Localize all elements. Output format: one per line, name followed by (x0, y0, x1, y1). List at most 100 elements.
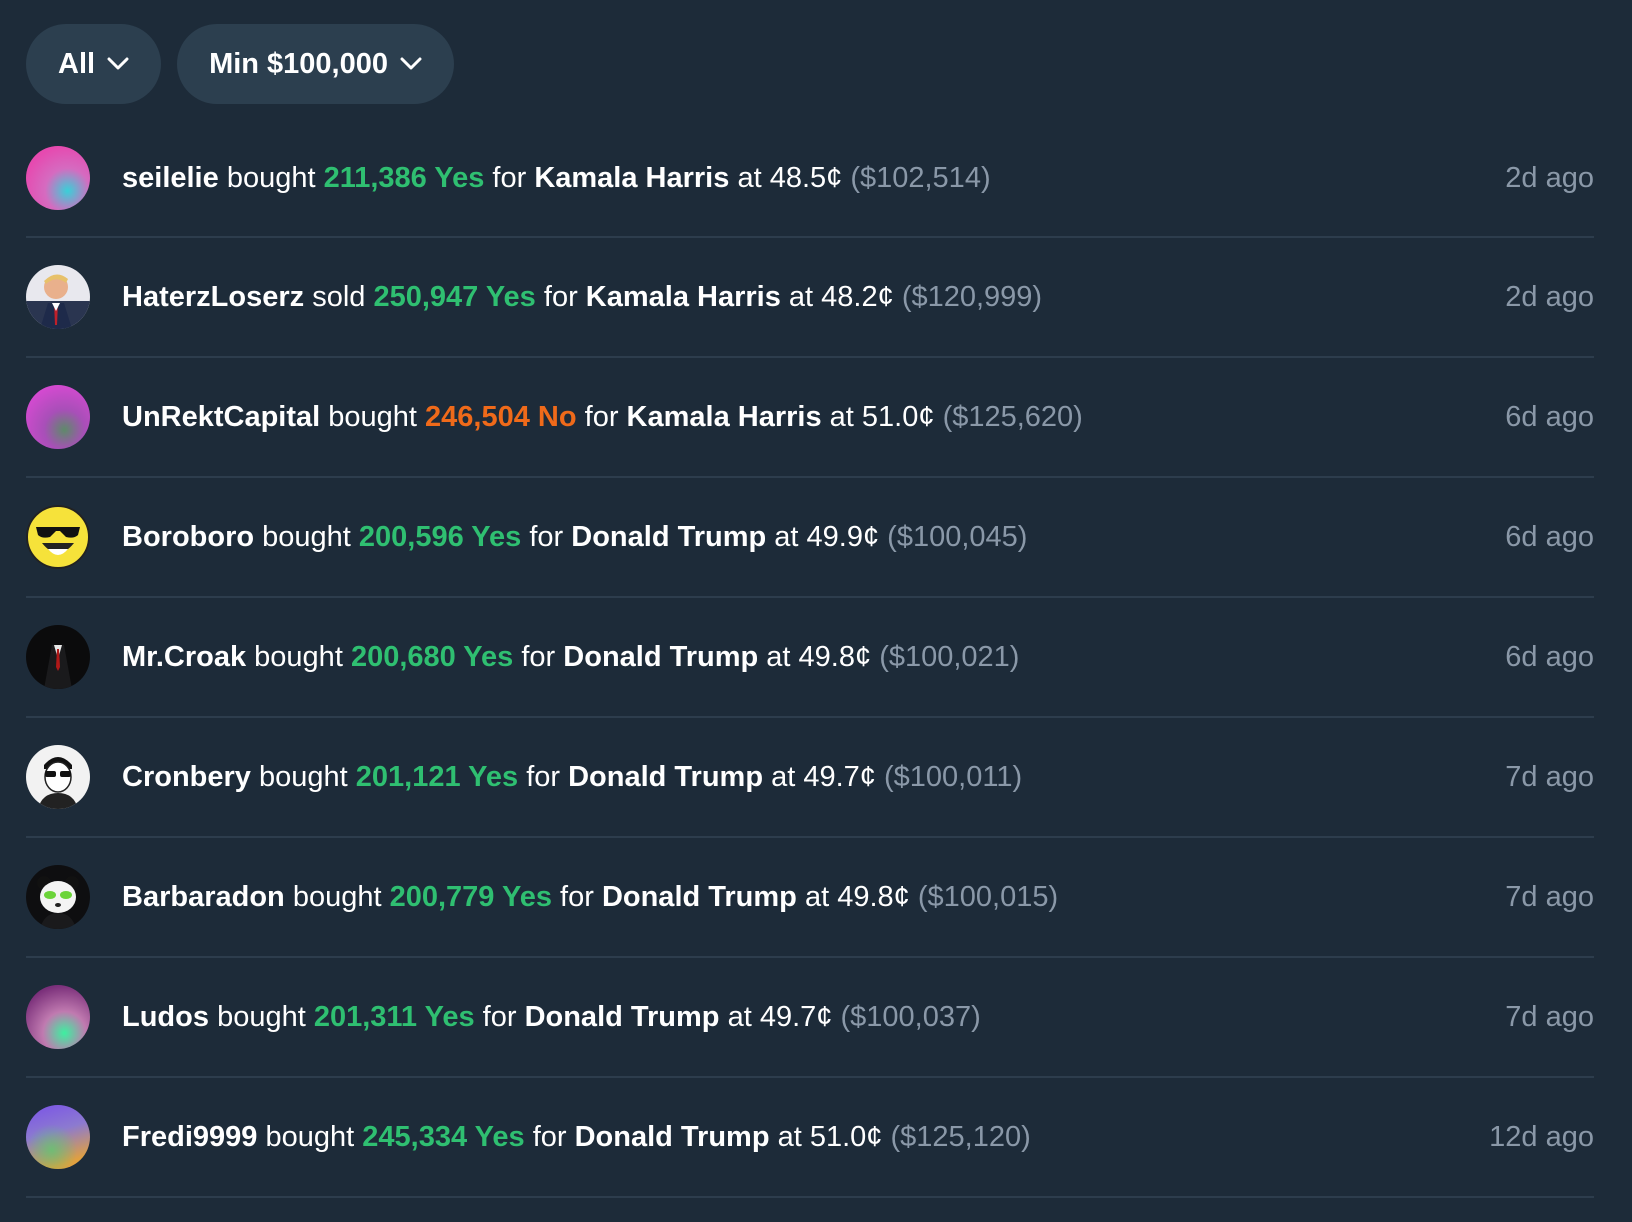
trade-action: bought (258, 760, 348, 793)
suit-silhouette-icon[interactable] (26, 625, 90, 689)
gradient-avatar-icon[interactable] (26, 985, 90, 1049)
panda-icon[interactable] (26, 865, 90, 929)
trade-row: Fredi9999 bought 245,334 Yes for Donald … (26, 1078, 1594, 1198)
trade-time: 2d ago (1505, 161, 1594, 194)
gradient-avatar-icon[interactable] (26, 1105, 90, 1169)
trade-market[interactable]: Kamala Harris (534, 162, 729, 194)
trade-for-word: for (526, 760, 561, 793)
trade-at-word: at (777, 1120, 802, 1153)
trade-shares: 245,334 Yes (362, 1120, 525, 1153)
trade-shares: 250,947 Yes (373, 280, 536, 313)
trade-row: Ludos bought 201,311 Yes for Donald Trum… (26, 958, 1594, 1078)
trade-price: 49.7¢ (759, 1000, 833, 1033)
trade-for-word: for (521, 640, 556, 673)
trade-time: 12d ago (1489, 1120, 1594, 1153)
type-filter-label: All (58, 47, 96, 80)
trade-time: 7d ago (1505, 760, 1594, 793)
trade-market[interactable]: Kamala Harris (586, 281, 781, 313)
min-amount-filter-dropdown[interactable]: Min $100,000 (177, 24, 455, 104)
trade-action: bought (265, 1120, 355, 1153)
trader-name[interactable]: Mr.Croak (122, 641, 246, 673)
trade-market[interactable]: Donald Trump (568, 761, 763, 793)
trade-usd-value: ($120,999) (901, 280, 1043, 313)
trade-price: 51.0¢ (809, 1120, 883, 1153)
chevron-down-icon (107, 57, 129, 70)
trade-time: 6d ago (1505, 640, 1594, 673)
trade-usd-value: ($100,045) (887, 520, 1028, 553)
trade-for-word: for (529, 520, 564, 553)
activity-page: All Min $100,000 seilelie bought 211,386… (0, 0, 1632, 1222)
trader-name[interactable]: Barbaradon (122, 881, 285, 913)
trade-row: Boroboro bought 200,596 Yes for Donald T… (26, 478, 1594, 598)
trade-price: 49.9¢ (806, 520, 880, 553)
trade-action: bought (226, 161, 316, 194)
trade-market[interactable]: Donald Trump (571, 521, 766, 553)
trade-market[interactable]: Kamala Harris (627, 401, 822, 433)
trade-at-word: at (737, 161, 762, 194)
trade-usd-value: ($100,015) (917, 880, 1059, 913)
trade-shares: 201,121 Yes (355, 760, 519, 793)
chevron-down-icon (400, 57, 422, 70)
trade-market[interactable]: Donald Trump (525, 1001, 720, 1033)
trader-name[interactable]: Fredi9999 (122, 1121, 257, 1153)
trade-for-word: for (532, 1120, 567, 1153)
trade-market[interactable]: Donald Trump (575, 1121, 770, 1153)
trader-name[interactable]: Ludos (122, 1001, 209, 1033)
sunglasses-smiley-icon[interactable] (26, 505, 90, 569)
trade-shares: 246,504 No (425, 400, 577, 433)
trade-at-word: at (771, 760, 796, 793)
trade-shares: 200,680 Yes (350, 640, 514, 673)
sunglasses-sketch-icon[interactable] (26, 745, 90, 809)
trade-description: Barbaradon bought 200,779 Yes for Donald… (122, 881, 1505, 914)
photo-avatar-icon[interactable] (26, 265, 90, 329)
trade-market[interactable]: Donald Trump (602, 881, 797, 913)
trade-for-word: for (543, 280, 578, 313)
trade-description: Mr.Croak bought 200,680 Yes for Donald T… (122, 641, 1505, 674)
trade-usd-value: ($100,037) (840, 1000, 981, 1033)
trade-price: 49.8¢ (798, 640, 872, 673)
trade-action: sold (312, 280, 366, 313)
trade-time: 7d ago (1505, 1000, 1594, 1033)
trader-name[interactable]: Cronbery (122, 761, 251, 793)
trade-at-word: at (766, 640, 791, 673)
trade-price: 49.7¢ (803, 760, 876, 793)
trade-usd-value: ($125,120) (890, 1120, 1031, 1153)
trade-description: UnRektCapital bought 246,504 No for Kama… (122, 401, 1505, 434)
trade-market[interactable]: Donald Trump (563, 641, 758, 673)
trade-description: Fredi9999 bought 245,334 Yes for Donald … (122, 1121, 1489, 1154)
trade-time: 6d ago (1505, 520, 1594, 553)
trade-price: 48.5¢ (769, 161, 843, 194)
type-filter-dropdown[interactable]: All (26, 24, 162, 104)
gradient-avatar-icon[interactable] (26, 385, 90, 449)
trade-usd-value: ($100,021) (879, 640, 1020, 673)
trade-at-word: at (829, 400, 854, 433)
trader-name[interactable]: HaterzLoserz (122, 281, 304, 313)
trade-shares: 200,779 Yes (389, 880, 552, 913)
trade-price: 48.2¢ (821, 280, 894, 313)
trade-row: UnRektCapital bought 246,504 No for Kama… (26, 358, 1594, 478)
trade-usd-value: ($100,011) (884, 760, 1023, 793)
gradient-avatar-icon[interactable] (26, 146, 90, 210)
trade-row: seilelie bought 211,386 Yes for Kamala H… (26, 120, 1594, 238)
trader-name[interactable]: UnRektCapital (122, 401, 320, 433)
trade-for-word: for (482, 1000, 517, 1033)
trade-time: 2d ago (1505, 280, 1594, 313)
trader-name[interactable]: Boroboro (122, 521, 254, 553)
trade-price: 51.0¢ (861, 400, 935, 433)
trade-shares: 201,311 Yes (313, 1000, 475, 1033)
trade-at-word: at (804, 880, 830, 913)
trade-feed: seilelie bought 211,386 Yes for Kamala H… (26, 120, 1594, 1198)
trade-time: 6d ago (1505, 400, 1594, 433)
trade-at-word: at (774, 520, 799, 553)
trader-name[interactable]: seilelie (122, 162, 219, 194)
trade-action: bought (254, 640, 343, 673)
filter-bar: All Min $100,000 (26, 0, 1594, 104)
trade-at-word: at (727, 1000, 752, 1033)
trade-action: bought (292, 880, 382, 913)
min-amount-filter-label: Min $100,000 (209, 47, 389, 80)
trade-row: Barbaradon bought 200,779 Yes for Donald… (26, 838, 1594, 958)
trade-description: HaterzLoserz sold 250,947 Yes for Kamala… (122, 281, 1505, 314)
trade-row: Cronbery bought 201,121 Yes for Donald T… (26, 718, 1594, 838)
trade-shares: 211,386 Yes (323, 161, 485, 194)
trade-usd-value: ($125,620) (942, 400, 1083, 433)
